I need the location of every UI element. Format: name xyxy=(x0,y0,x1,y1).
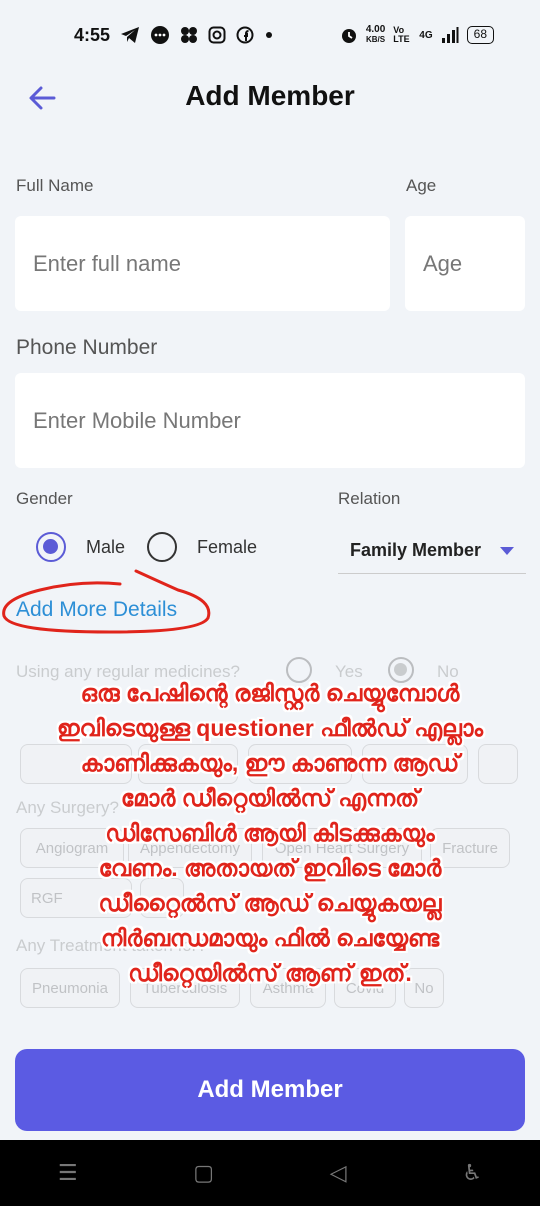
annotation-line: നിർബന്ധമായും ഫിൽ ചെയ്യേണ്ട xyxy=(100,925,440,951)
annotation-line: ഡീറ്റൈൽസ് ആഡ് ചെയ്യുകയല്ല xyxy=(98,890,442,916)
battery-icon: 68 xyxy=(466,26,494,44)
alarm-icon xyxy=(341,29,356,43)
chat-icon xyxy=(151,26,170,44)
status-bar-right: 4.00 KB/S Vo LTE 4G 68 xyxy=(340,25,494,45)
system-nav-bar: ☰ ▢ ◁ ♿ xyxy=(0,1140,540,1206)
grid-icon xyxy=(181,27,198,43)
age-label: Age xyxy=(406,176,437,195)
back-triangle-icon[interactable]: ◁ xyxy=(330,1160,347,1186)
dropdown-caret-icon xyxy=(500,547,514,555)
dot-icon xyxy=(266,32,273,38)
annotation-line: ഇവിടെയുള്ള questioner ഫീൽഡ് എല്ലാം xyxy=(56,715,484,741)
annotation-line: ഡീറ്റെയിൽസ് ആണ് ഇത്. xyxy=(128,960,412,986)
annotation-line: ഡിസേബിൾ ആയി കിടക്കുകയും xyxy=(105,820,435,846)
relation-label: Relation xyxy=(338,489,401,508)
annotation-note: ഒരു പേഷിന്റെ രജിസ്റ്റർ ചെയ്യുമ്പോൾ ഇവിടെ… xyxy=(0,676,540,991)
facebook-icon xyxy=(236,26,254,44)
network-volte: Vo LTE xyxy=(393,25,410,44)
relation-value: Family Member xyxy=(350,540,482,560)
network-4g: 4G xyxy=(419,29,433,41)
age-input[interactable]: Age xyxy=(405,216,525,311)
relation-dropdown[interactable]: Family Member xyxy=(338,528,526,574)
phone-label: Phone Number xyxy=(16,336,158,359)
gender-female-label[interactable]: Female xyxy=(197,537,257,558)
status-time: 4:55 xyxy=(74,24,111,45)
gender-male-radio[interactable] xyxy=(36,532,66,562)
add-more-details-link[interactable]: Add More Details xyxy=(16,598,177,622)
gender-female-radio[interactable] xyxy=(147,532,178,562)
add-member-button[interactable]: Add Member xyxy=(15,1049,525,1131)
gender-radio-group: Male Female xyxy=(36,532,257,562)
signal-icon xyxy=(441,27,459,43)
annotation-line: വേണം. അതായത് ഇവിടെ മോർ xyxy=(98,855,442,881)
full-name-input[interactable]: Enter full name xyxy=(15,216,390,311)
gender-male-label[interactable]: Male xyxy=(86,537,125,558)
status-bar: 4:55 4.00 KB/S Vo LTE 4G 68 xyxy=(0,0,540,70)
phone-input[interactable]: Enter Mobile Number xyxy=(15,373,525,468)
network-speed: 4.00 KB/S xyxy=(366,25,385,45)
annotation-line: ഒരു പേഷിന്റെ രജിസ്റ്റർ ചെയ്യുമ്പോൾ xyxy=(80,680,460,706)
app-header: Add Member xyxy=(0,70,540,128)
status-bar-left: 4:55 xyxy=(74,25,274,46)
accessibility-icon[interactable]: ♿ xyxy=(462,1160,482,1186)
annotation-line: മോർ ഡീറ്റെയിൽസ് എന്നത് xyxy=(120,785,420,811)
page-title: Add Member xyxy=(185,80,355,111)
menu-icon[interactable]: ☰ xyxy=(58,1160,78,1186)
speed-value: 4.00 xyxy=(365,24,386,35)
home-icon[interactable]: ▢ xyxy=(193,1160,214,1186)
instagram-icon xyxy=(208,26,226,44)
gender-label: Gender xyxy=(16,489,73,508)
annotation-line: കാണിക്കുകയും, ഈ കാണുന്ന ആഡ് xyxy=(80,750,460,776)
speed-unit: KB/S xyxy=(366,35,386,44)
telegram-icon xyxy=(121,27,140,43)
full-name-label: Full Name xyxy=(16,176,94,195)
